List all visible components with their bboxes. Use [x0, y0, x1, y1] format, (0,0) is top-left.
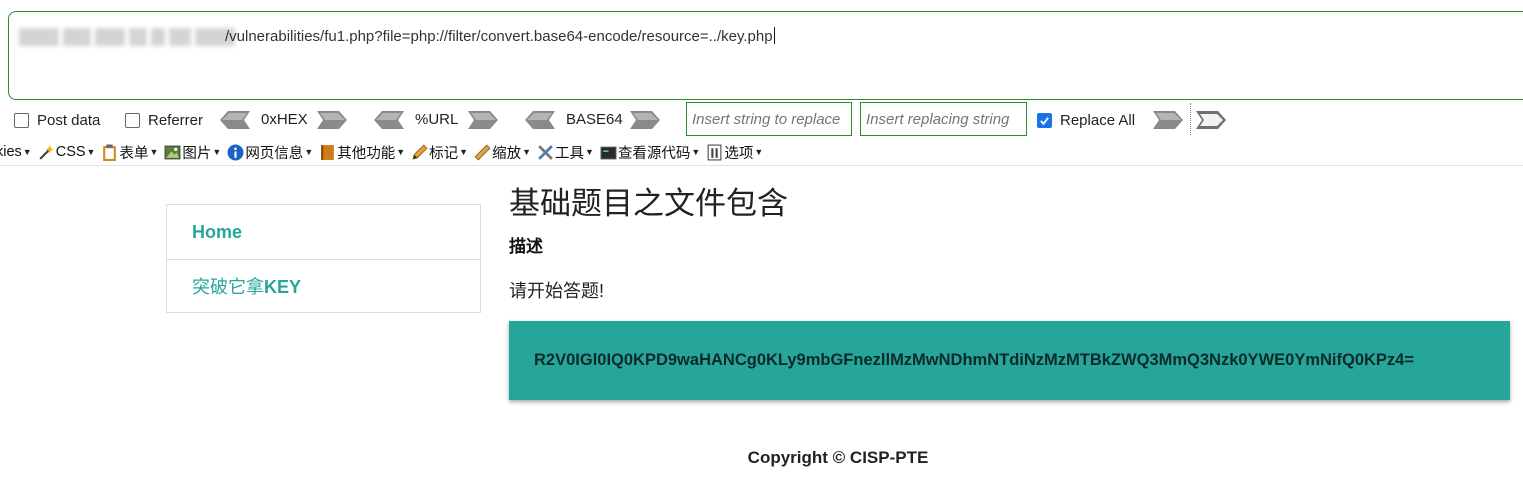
base64-output: R2V0IGl0IQ0KPD9waHANCg0KLy9mbGFnezllMzMw…	[534, 351, 1414, 369]
toolbar-bottom-border	[0, 165, 1523, 166]
terminal-icon	[600, 146, 617, 159]
base64-encoder-label[interactable]: BASE64	[566, 106, 623, 134]
dropdown-arrow-icon: ▼	[459, 147, 469, 157]
redacted-host	[19, 28, 235, 46]
checkbox-icon	[125, 112, 140, 128]
referrer-checkbox[interactable]: Referrer	[125, 106, 203, 134]
menu-zoom[interactable]: 缩放 ▼	[474, 142, 531, 163]
checkmark-icon	[1037, 112, 1052, 128]
decode-base64-arrow-icon[interactable]	[525, 111, 555, 129]
hex-encoder-label[interactable]: 0xHEX	[261, 106, 308, 134]
dropdown-arrow-icon: ▼	[754, 147, 764, 157]
replacing-string-input[interactable]	[860, 102, 1027, 136]
decode-hex-arrow-icon[interactable]	[220, 111, 250, 129]
referrer-label: Referrer	[148, 111, 204, 129]
encode-hex-arrow-icon[interactable]	[317, 111, 347, 129]
dropdown-arrow-icon: ▼	[22, 147, 32, 157]
clipboard-icon	[103, 144, 117, 161]
url-path: /vulnerabilities/fu1.php?file=php://filt…	[225, 28, 773, 45]
menu-other-features[interactable]: 其他功能 ▼	[319, 142, 405, 163]
toolbar-divider	[1190, 103, 1191, 135]
tool-menu-bar: kies▼ CSS▼ 表单▼ 图片▼ 网页信息▼ 其他功能▼ 标记▼	[0, 140, 769, 164]
menu-cookies[interactable]: kies▼	[0, 144, 32, 160]
dropdown-arrow-icon: ▼	[522, 147, 531, 157]
menu-images[interactable]: 图片 ▼	[164, 142, 221, 163]
book-icon	[321, 144, 335, 160]
sidebar-item-get-key[interactable]: 突破它拿KEY	[167, 259, 480, 313]
menu-view-source[interactable]: 查看源代码 ▼	[600, 142, 700, 163]
page-title: 基础题目之文件包含	[509, 186, 788, 221]
dropdown-arrow-icon: ▼	[86, 147, 96, 157]
decode-url-arrow-icon[interactable]	[374, 111, 404, 129]
magic-wand-icon	[39, 144, 54, 160]
dropdown-arrow-icon: ▼	[212, 147, 222, 157]
menu-css[interactable]: CSS ▼	[38, 144, 96, 161]
encode-url-arrow-icon[interactable]	[468, 111, 498, 129]
tools-icon	[538, 144, 553, 160]
sidebar-nav: Home 突破它拿KEY	[166, 204, 481, 313]
menu-options[interactable]: 选项 ▼	[706, 142, 763, 163]
next-arrow-icon[interactable]	[1196, 111, 1226, 129]
menu-page-info[interactable]: 网页信息 ▼	[227, 142, 313, 163]
menu-forms[interactable]: 表单 ▼	[101, 142, 158, 163]
menu-marker[interactable]: 标记 ▼	[411, 142, 468, 163]
pencil-icon	[412, 143, 428, 159]
post-data-label: Post data	[37, 111, 101, 129]
replace-apply-arrow-icon[interactable]	[1153, 111, 1183, 129]
ruler-icon	[474, 143, 491, 161]
dropdown-arrow-icon: ▼	[691, 147, 701, 157]
replace-all-label: Replace All	[1060, 111, 1136, 129]
image-icon	[164, 145, 181, 159]
url-encoder-label[interactable]: %URL	[415, 106, 458, 134]
dropdown-arrow-icon: ▼	[585, 147, 594, 157]
sidebar-item-home[interactable]: Home	[167, 205, 480, 259]
dropdown-arrow-icon: ▼	[304, 147, 314, 157]
footer-copyright: Copyright © CISP-PTE	[747, 448, 929, 467]
text-caret	[773, 27, 775, 44]
hackbar-options: Post data Referrer 0xHEX %URL BASE64 Ins…	[0, 102, 1523, 136]
post-data-checkbox[interactable]: Post data	[14, 106, 100, 134]
dropdown-arrow-icon: ▼	[396, 147, 406, 157]
checkbox-icon	[14, 112, 29, 128]
url-textarea[interactable]: /vulnerabilities/fu1.php?file=php://filt…	[8, 11, 1523, 100]
info-icon	[227, 144, 244, 160]
menu-tools[interactable]: 工具 ▼	[537, 142, 594, 163]
options-icon	[707, 144, 722, 160]
description-heading: 描述	[509, 237, 543, 256]
encode-base64-arrow-icon[interactable]	[630, 111, 660, 129]
result-panel: R2V0IGl0IQ0KPD9waHANCg0KLy9mbGFnezllMzMw…	[509, 321, 1510, 400]
dropdown-arrow-icon: ▼	[149, 147, 159, 157]
description-text: 请开始答题!	[509, 281, 605, 301]
replace-all-checkbox[interactable]: Replace All	[1037, 106, 1135, 134]
replace-string-input[interactable]	[686, 102, 852, 136]
